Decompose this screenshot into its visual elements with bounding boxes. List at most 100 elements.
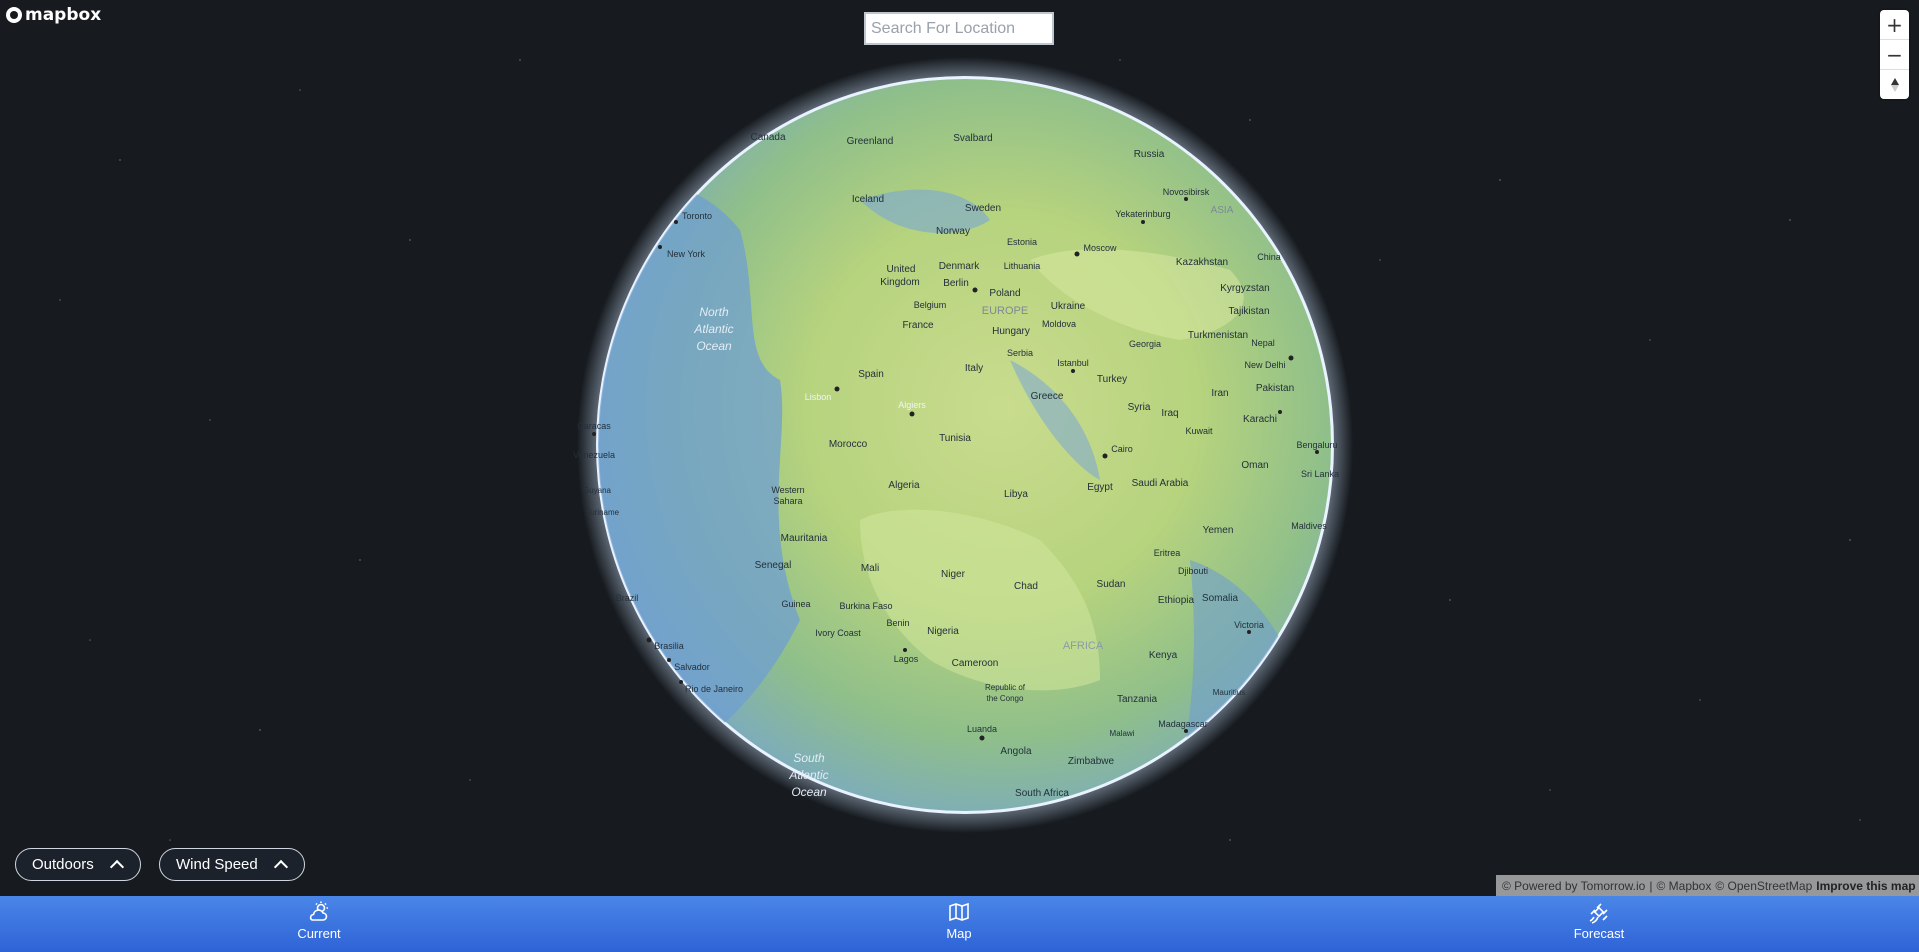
map-label: Mauritius (1213, 688, 1245, 697)
map-label: Greece (1031, 391, 1064, 402)
weather-layer-select[interactable]: Wind Speed (159, 848, 305, 881)
map-label: Belgium (914, 300, 947, 310)
map-label: Kenya (1149, 650, 1178, 661)
globe-map[interactable]: Canada Greenland Svalbard Russia Iceland… (0, 0, 1919, 896)
map-label: Mali (861, 563, 879, 574)
map-label: Norway (936, 226, 970, 237)
map-label: Georgia (1129, 339, 1161, 349)
map-label: Novosibirsk (1163, 187, 1210, 197)
map-label: Hungary (992, 326, 1030, 337)
map-style-label: Outdoors (32, 856, 94, 873)
map-label: Caracas (577, 421, 611, 431)
map-label: Rio de Janeiro (685, 684, 743, 694)
map-label: Istanbul (1057, 358, 1089, 368)
map-label: Yemen (1203, 525, 1234, 536)
map-label: Morocco (829, 439, 868, 450)
map-attribution: © Powered by Tomorrow.io | © Mapbox © Op… (1496, 875, 1919, 896)
map-label: Toronto (682, 211, 712, 221)
map-label: Turkey (1097, 374, 1127, 385)
map-label: Salvador (674, 662, 710, 672)
map-label: Senegal (755, 560, 792, 571)
attribution-osm[interactable]: © OpenStreetMap (1715, 879, 1812, 893)
map-label: Ivory Coast (815, 628, 861, 638)
nav-map[interactable]: Map (899, 900, 1019, 941)
map-label: Victoria (1234, 620, 1264, 630)
map-label: Sudan (1097, 579, 1126, 590)
map-label: AFRICA (1063, 640, 1104, 652)
map-label: Brazil (616, 593, 639, 603)
map-label: Tanzania (1117, 694, 1157, 705)
map-label: Estonia (1007, 237, 1037, 247)
map-label: ASIA (1211, 205, 1234, 216)
map-label: Sahara (773, 496, 802, 506)
nav-forecast[interactable]: Forecast (1539, 900, 1659, 941)
map-label: EUROPE (982, 305, 1028, 317)
bottom-navigation: Current Map Forecast (0, 896, 1919, 952)
map-label: Lithuania (1004, 261, 1041, 271)
map-label: Nigeria (927, 626, 959, 637)
map-label: the Congo (987, 694, 1024, 703)
map-label: Malawi (1110, 729, 1135, 738)
map-label: Brasilia (654, 641, 684, 651)
map-label: Syria (1128, 402, 1151, 413)
map-label: Eritrea (1154, 548, 1181, 558)
map-label: Guyana (583, 486, 612, 495)
map-label: Chad (1014, 581, 1038, 592)
map-label: Kyrgyzstan (1220, 283, 1269, 294)
map-label: Cameroon (952, 658, 999, 669)
attribution-powered-by[interactable]: © Powered by Tomorrow.io (1502, 879, 1645, 893)
map-label: Zimbabwe (1068, 756, 1115, 767)
weather-cloud-sun-icon (309, 901, 328, 921)
map-label: North (699, 305, 729, 319)
map-style-select[interactable]: Outdoors (15, 848, 141, 881)
map-label: Turkmenistan (1188, 330, 1248, 341)
attribution-mapbox[interactable]: © Mapbox (1656, 879, 1711, 893)
map-label: Iran (1211, 388, 1228, 399)
map-label: Iraq (1161, 408, 1178, 419)
map-label: Ukraine (1051, 301, 1086, 312)
map-label: South (793, 751, 825, 765)
map-label: Maldives (1291, 521, 1327, 531)
map-label: Venezuela (573, 450, 615, 460)
chevron-up-icon (109, 859, 124, 875)
map-label: Cairo (1111, 444, 1133, 454)
map-label: Nepal (1251, 338, 1275, 348)
map-label: Sweden (965, 203, 1001, 214)
nav-forecast-label: Forecast (1573, 926, 1625, 941)
map-label: Western (771, 485, 804, 495)
map-label: Denmark (939, 261, 981, 272)
map-label: Benin (886, 618, 909, 628)
nav-current-label: Current (297, 926, 341, 941)
map-label: Karachi (1243, 414, 1277, 425)
map-label: Sri Lanka (1301, 469, 1339, 479)
improve-map-link[interactable]: Improve this map (1816, 879, 1915, 893)
map-label: Ethiopia (1158, 595, 1195, 606)
map-label: Tajikistan (1228, 306, 1269, 317)
map-label: Svalbard (953, 133, 992, 144)
map-label: Egypt (1087, 482, 1113, 493)
map-label: Kingdom (880, 277, 919, 288)
map-label: New Delhi (1244, 360, 1285, 370)
map-label: Saudi Arabia (1132, 478, 1189, 489)
map-label: Somalia (1202, 593, 1239, 604)
map-label: Algeria (888, 480, 920, 491)
map-label: Yekaterinburg (1115, 209, 1170, 219)
map-label: Madagascar (1158, 719, 1208, 729)
map-label: Suriname (585, 508, 620, 517)
map-label: Djibouti (1178, 566, 1208, 576)
map-label: Ocean (791, 785, 827, 799)
map-label: Burkina Faso (839, 601, 892, 611)
map-label: Kazakhstan (1176, 257, 1228, 268)
map-icon (949, 902, 969, 922)
nav-current[interactable]: Current (259, 900, 379, 941)
map-label: United (887, 264, 916, 275)
map-label: Luanda (967, 724, 997, 734)
map-label: China (1257, 252, 1281, 262)
map-label: Bengaluru (1296, 440, 1337, 450)
map-label: Atlantic (693, 322, 733, 336)
map-label: Spain (858, 369, 884, 380)
map-label: Serbia (1007, 348, 1033, 358)
weather-layer-label: Wind Speed (176, 856, 258, 873)
map-label: Canada (750, 132, 785, 143)
map-label: Niger (941, 569, 966, 580)
